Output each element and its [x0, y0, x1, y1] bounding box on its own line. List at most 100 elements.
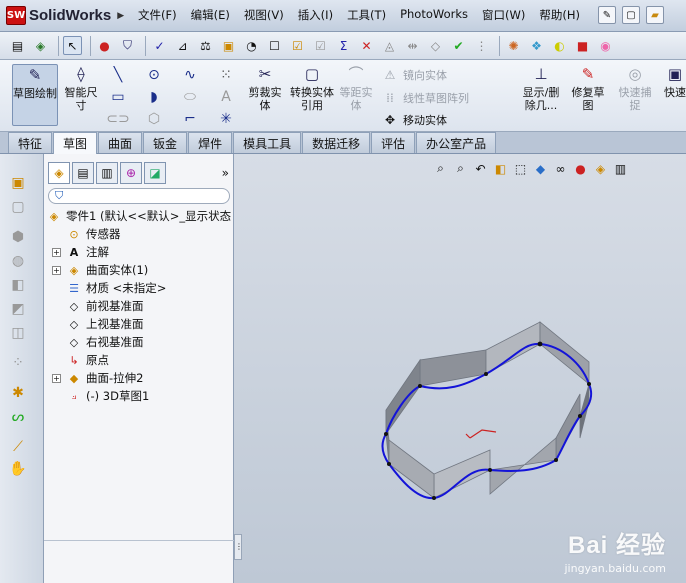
rapid-sketch-button[interactable]: ▣ 快速: [664, 64, 686, 99]
statistics-icon[interactable]: ◔: [242, 36, 261, 55]
spline-tool-icon[interactable]: ∿: [180, 66, 200, 84]
color-wheel-icon[interactable]: ●: [95, 36, 114, 55]
menu-photoworks[interactable]: PhotoWorks: [400, 7, 468, 23]
tab-office-products[interactable]: 办公室产品: [416, 132, 497, 153]
ellipse-tool-icon[interactable]: ⬭: [180, 88, 200, 106]
tab-features[interactable]: 特征: [8, 132, 53, 153]
model-viewport[interactable]: [234, 154, 686, 583]
revolve-icon[interactable]: ◍: [8, 252, 28, 270]
solidworks-logo[interactable]: SW SolidWorks ▶: [6, 6, 124, 25]
line-tool-icon[interactable]: ╲: [108, 66, 128, 84]
menu-insert[interactable]: 插入(I): [298, 7, 333, 23]
filter-icon[interactable]: ⛉: [118, 36, 137, 55]
menu-file[interactable]: 文件(F): [138, 7, 177, 23]
offset-entities-button[interactable]: ⌒ 等距实体: [336, 64, 376, 112]
tab-mold-tools[interactable]: 模具工具: [233, 132, 302, 153]
tree-item-surface-extrude2[interactable]: + ◆ 曲面-拉伸2: [44, 369, 234, 387]
decal-icon[interactable]: ❖: [527, 36, 546, 55]
section-icon[interactable]: ▣: [219, 36, 238, 55]
part-icon[interactable]: ▣: [8, 174, 28, 192]
lights-icon[interactable]: ◐: [550, 36, 569, 55]
shell-icon[interactable]: ◫: [8, 324, 28, 342]
logo-arrow-icon[interactable]: ▶: [117, 11, 124, 21]
menu-edit[interactable]: 编辑(E): [191, 7, 230, 23]
polygon-tool-icon[interactable]: ⬡: [144, 110, 164, 128]
material-icon[interactable]: ■: [573, 36, 592, 55]
relations-icon[interactable]: ✕: [357, 36, 376, 55]
select-arrow-icon[interactable]: ↖: [63, 36, 82, 55]
tab-weldments[interactable]: 焊件: [188, 132, 233, 153]
panel-collapse-grip[interactable]: ⋮: [234, 534, 243, 560]
extrude-icon[interactable]: ⬢: [8, 228, 28, 246]
instant3d-icon[interactable]: ⟋: [8, 438, 28, 456]
tab-surfaces[interactable]: 曲面: [98, 132, 143, 153]
tree-item-part[interactable]: ◈ 零件1 (默认<<默认>_显示状态: [44, 207, 234, 225]
dimxpert-tab-icon[interactable]: ⊕: [120, 162, 142, 184]
repair-sketch-button[interactable]: ✎ 修复草图: [568, 64, 608, 112]
tab-sketch[interactable]: 草图: [53, 132, 98, 154]
tab-sheet-metal[interactable]: 钣金: [143, 132, 188, 153]
plane-icon[interactable]: ◇: [426, 36, 445, 55]
curve-icon[interactable]: ᔕ: [8, 408, 28, 426]
expand-toggle[interactable]: +: [52, 247, 61, 257]
check-icon[interactable]: ☐: [265, 36, 284, 55]
measure-icon[interactable]: ⊿: [173, 36, 192, 55]
pin-icon[interactable]: ✎: [598, 6, 616, 24]
check-green-icon[interactable]: ✔: [449, 36, 468, 55]
shape-icon[interactable]: ◬: [380, 36, 399, 55]
slot-tool-icon[interactable]: ⊂⊃: [106, 110, 129, 128]
sketch-plane-icon[interactable]: ▢: [8, 198, 28, 216]
new-document-icon[interactable]: ▢: [622, 6, 640, 24]
tree-item-front-plane[interactable]: ◇ 前视基准面: [44, 297, 234, 315]
menu-view[interactable]: 视图(V): [244, 7, 284, 23]
select-filter-icon[interactable]: ◈: [31, 36, 50, 55]
tree-item-right-plane[interactable]: ◇ 右视基准面: [44, 333, 234, 351]
tree-item-top-plane[interactable]: ◇ 上视基准面: [44, 315, 234, 333]
tree-item-material[interactable]: ☰ 材质 <未指定>: [44, 279, 234, 297]
hand-icon[interactable]: ✋: [8, 460, 28, 478]
smart-dimension-button[interactable]: ⟠ 智能尺寸: [60, 64, 102, 112]
point-tool-icon[interactable]: ✳: [216, 110, 236, 128]
reference-geometry-icon[interactable]: ✱: [8, 384, 28, 402]
tree-item-3dsketch1[interactable]: ⟓ (-) 3D草图1: [44, 387, 234, 405]
expand-panel-icon[interactable]: »: [222, 166, 229, 180]
tree-item-sensors[interactable]: ⊙ 传感器: [44, 225, 234, 243]
menu-help[interactable]: 帮助(H): [539, 7, 580, 23]
text-tool-icon[interactable]: A: [216, 88, 236, 106]
trim-entities-button[interactable]: ✂ 剪裁实体: [244, 64, 286, 112]
diff-icon[interactable]: ⋮: [472, 36, 491, 55]
options-icon[interactable]: ▤: [8, 36, 27, 55]
mirror-entities-row[interactable]: ⚠ 镜向实体: [382, 67, 447, 83]
menu-window[interactable]: 窗口(W): [482, 7, 525, 23]
open-folder-icon[interactable]: ▰: [646, 6, 664, 24]
sum-equations-icon[interactable]: Σ: [334, 36, 353, 55]
circle-tool-icon[interactable]: ⊙: [144, 66, 164, 84]
tab-data-migration[interactable]: 数据迁移: [302, 132, 371, 153]
graphics-area[interactable]: ⌕ ⌕ ↶ ◧ ⬚ ◆ ∞ ● ◈ ▥ ⋮ Bai 经验 jingyan.bai…: [234, 154, 686, 583]
tree-item-annotations[interactable]: + A 注解: [44, 243, 234, 261]
feature-tree-filter[interactable]: ⛉: [48, 188, 230, 204]
checkbox-icon[interactable]: ☑: [288, 36, 307, 55]
arc-tool-icon[interactable]: ◗: [144, 88, 164, 106]
align-icon[interactable]: ⇹: [403, 36, 422, 55]
display-delete-relations-button[interactable]: ⊥ 显示/删除几...: [518, 64, 564, 112]
mass-properties-icon[interactable]: ⚖: [196, 36, 215, 55]
tree-item-surface-bodies[interactable]: + ◈ 曲面实体(1): [44, 261, 234, 279]
feature-tree-tab-icon[interactable]: ◈: [48, 162, 70, 184]
convert-entities-button[interactable]: ▢ 转换实体引用: [290, 64, 334, 112]
rectangle-tool-icon[interactable]: ▭: [108, 88, 128, 106]
scene-icon[interactable]: ◉: [596, 36, 615, 55]
spell-check-icon[interactable]: ✓: [150, 36, 169, 55]
move-entities-row[interactable]: ✥ 移动实体: [382, 112, 447, 128]
tree-item-origin[interactable]: ↳ 原点: [44, 351, 234, 369]
cut-icon[interactable]: ◧: [8, 276, 28, 294]
sketch-button[interactable]: ✎ 草图绘制: [12, 64, 58, 126]
configuration-manager-tab-icon[interactable]: ▥: [96, 162, 118, 184]
linear-pattern-row[interactable]: ⁞⁞ 线性草图阵列: [382, 90, 469, 106]
hole-icon[interactable]: ◩: [8, 300, 28, 318]
expand-toggle[interactable]: +: [52, 265, 61, 275]
point-grid-icon[interactable]: ⁙: [216, 66, 236, 84]
tab-evaluate[interactable]: 评估: [371, 132, 416, 153]
menu-tools[interactable]: 工具(T): [347, 7, 386, 23]
display-manager-tab-icon[interactable]: ◪: [144, 162, 166, 184]
